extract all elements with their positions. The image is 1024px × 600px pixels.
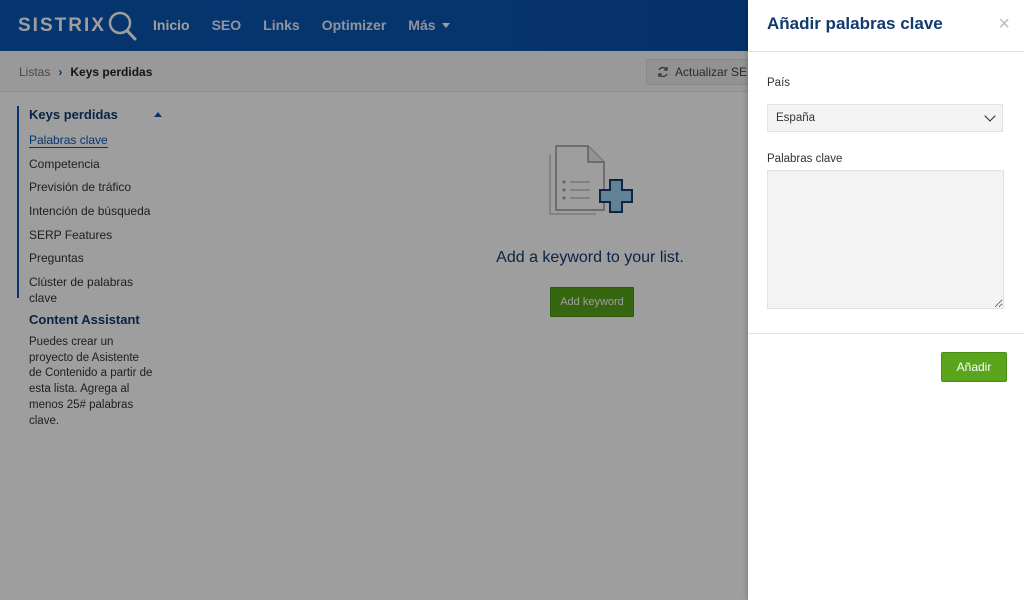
modal-backdrop[interactable] bbox=[0, 0, 748, 600]
divider bbox=[748, 333, 1024, 334]
country-select[interactable]: España bbox=[767, 104, 1003, 132]
submit-add-button[interactable]: Añadir bbox=[941, 352, 1007, 382]
country-select-value: España bbox=[776, 112, 816, 124]
country-label: País bbox=[767, 77, 791, 89]
close-icon[interactable]: × bbox=[998, 14, 1010, 34]
chevron-down-icon bbox=[984, 110, 996, 122]
add-keywords-drawer: Añadir palabras clave × País España Pala… bbox=[748, 0, 1024, 600]
keywords-label: Palabras clave bbox=[767, 153, 843, 165]
drawer-title: Añadir palabras clave bbox=[767, 14, 943, 33]
keywords-textarea[interactable] bbox=[767, 170, 1004, 309]
drawer-header: Añadir palabras clave × bbox=[748, 0, 1024, 52]
